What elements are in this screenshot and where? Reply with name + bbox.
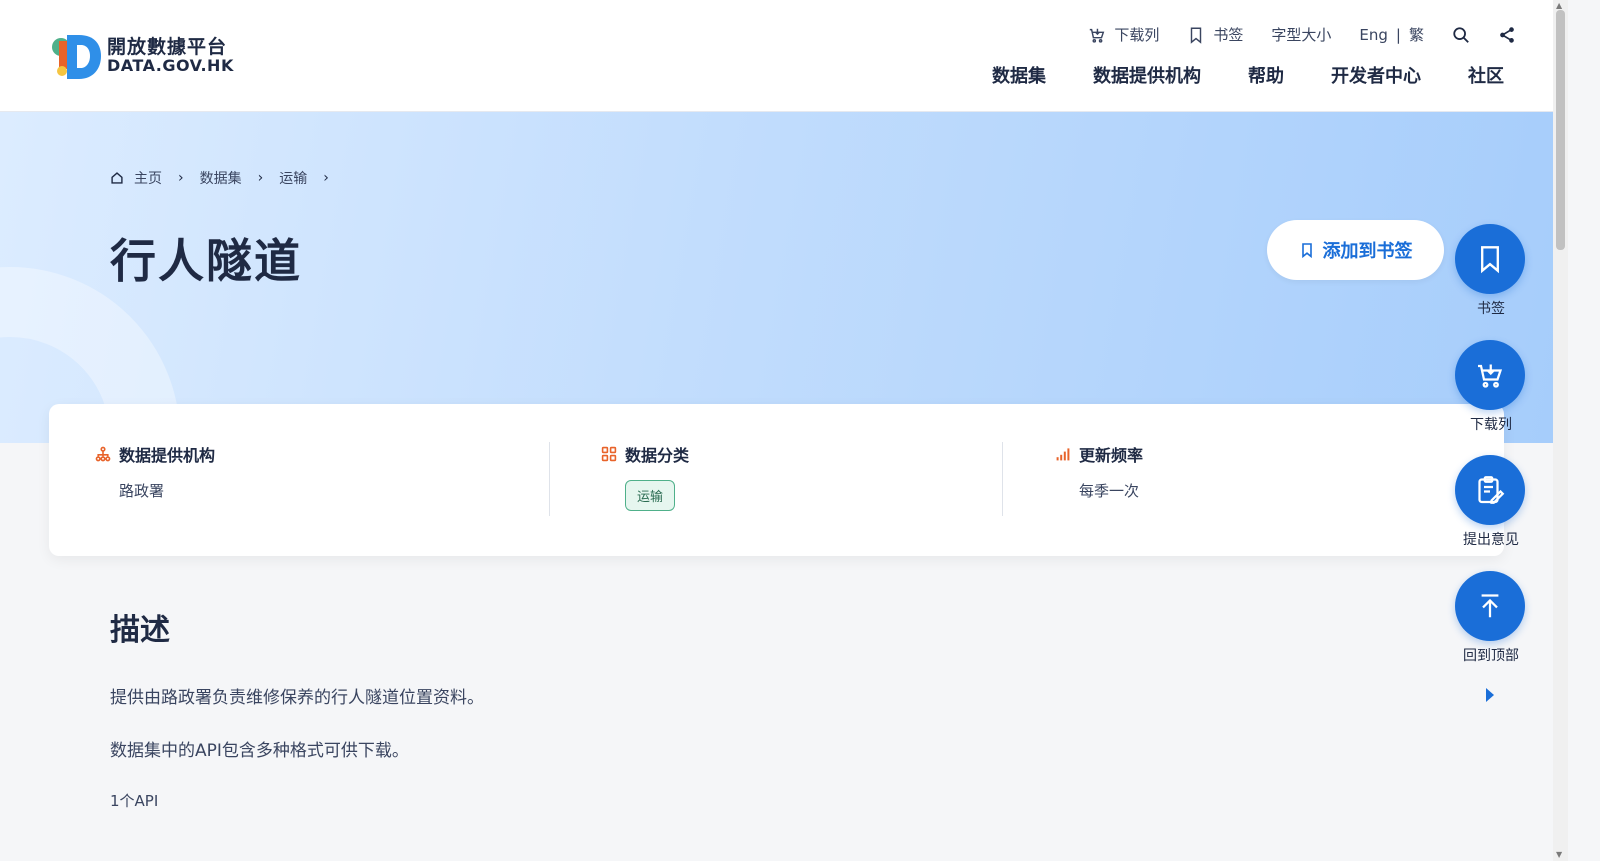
description-heading: 描述 [110,613,170,648]
bookmark-link[interactable]: 书签 [1187,24,1243,45]
search-button[interactable] [1452,26,1470,44]
float-bookmark-button[interactable] [1455,224,1525,294]
bookmark-icon [1301,243,1312,259]
nav-community[interactable]: 社区 [1468,62,1504,88]
utility-bar: 下载列 书签 字型大小 Eng | 繁 [1060,24,1516,45]
category-tag[interactable]: 运输 [625,480,676,511]
font-size-label: 字型大小 [1271,26,1332,44]
main-nav: 数据集 数据提供机构 帮助 开发者中心 社区 [992,62,1504,88]
arrow-up-icon [1481,594,1499,618]
nav-providers[interactable]: 数据提供机构 [1093,62,1201,88]
breadcrumb-home[interactable]: 主页 [134,168,162,188]
lang-tc-link[interactable]: 繁 [1409,24,1424,45]
signal-bars-icon [1056,448,1070,461]
scroll-down-icon[interactable]: ▼ [1556,850,1562,859]
float-feedback-button[interactable] [1455,455,1525,525]
add-bookmark-label: 添加到书签 [1322,241,1413,262]
provider-title: 数据提供机构 [119,446,216,465]
provider-section: 数据提供机构 路政署 [95,442,215,501]
clipboard-edit-icon [1478,476,1505,504]
bookmark-label: 书签 [1213,26,1244,44]
chevron-right-icon: › [323,170,329,186]
download-list-link[interactable]: 下载列 [1088,24,1159,45]
site-logo[interactable]: 開放數據平台 DATA.GOV.HK [49,29,234,83]
logo-name-en: DATA.GOV.HK [107,55,234,75]
float-feedback: 提出意见 [1455,455,1527,549]
share-icon [1500,26,1514,43]
breadcrumb-datasets[interactable]: 数据集 [200,168,242,188]
description-formats-text: 数据集中的API包含多种格式可供下载。 [110,741,409,761]
float-feedback-label: 提出意见 [1463,532,1519,548]
home-icon [111,172,123,184]
bookmark-icon [1191,27,1202,44]
expand-arrow-icon[interactable] [1484,686,1496,704]
provider-value[interactable]: 路政署 [119,480,215,501]
scroll-up-icon[interactable]: ▲ [1556,1,1562,10]
font-size-link[interactable]: 字型大小 [1271,24,1331,45]
float-download-list: 下载列 [1455,340,1527,434]
float-back-to-top: 回到顶部 [1455,571,1527,665]
org-chart-icon [95,446,111,462]
language-switcher: Eng | 繁 [1359,24,1424,45]
share-button[interactable] [1498,26,1516,44]
download-list-label: 下载列 [1114,26,1160,44]
float-download-list-button[interactable] [1455,340,1525,410]
scrollbar-thumb[interactable] [1556,10,1565,250]
frequency-title: 更新频率 [1079,446,1144,465]
logo-icon [52,35,101,79]
frequency-section: 更新频率 每季一次 [1055,442,1143,501]
page-title: 行人隧道 [110,234,302,288]
dataset-info-card: 数据提供机构 路政署 数据分类 运输 更新频率 每季一次 [49,404,1504,556]
bookmark-icon [1481,246,1499,274]
category-title: 数据分类 [625,446,690,465]
logo-name-zh: 開放數據平台 [107,35,228,58]
search-icon [1453,26,1469,43]
lang-en-link[interactable]: Eng [1359,26,1388,44]
api-count: 1个API [110,792,159,810]
page-scrollbar[interactable]: ▲ ▼ [1553,0,1568,861]
breadcrumb: 主页 › 数据集 › 运输 › [110,168,335,188]
nav-developer[interactable]: 开发者中心 [1331,62,1421,88]
description-text: 提供由路政署负责维修保养的行人隧道位置资料。 [110,688,484,708]
lang-separator: | [1395,25,1401,44]
grid-icon [601,446,617,462]
back-to-top-button[interactable] [1455,571,1525,641]
site-header: 開放數據平台 DATA.GOV.HK 下载列 书签 字型大小 Eng | 繁 数… [0,0,1568,112]
nav-help[interactable]: 帮助 [1248,62,1284,88]
float-bookmark: 书签 [1455,224,1527,318]
float-bookmark-label: 书签 [1477,301,1505,317]
divider [1002,442,1003,516]
chevron-right-icon: › [178,170,184,186]
chevron-right-icon: › [257,170,264,186]
nav-datasets[interactable]: 数据集 [992,62,1046,88]
back-to-top-label: 回到顶部 [1463,648,1519,664]
breadcrumb-transport[interactable]: 运输 [279,168,307,188]
frequency-value: 每季一次 [1079,482,1140,500]
cart-icon [1090,28,1105,43]
cart-icon [1478,364,1503,388]
category-section: 数据分类 运输 [601,442,689,511]
divider [549,442,550,516]
float-download-list-label: 下载列 [1470,417,1512,433]
add-bookmark-button[interactable]: 添加到书签 [1267,220,1444,280]
